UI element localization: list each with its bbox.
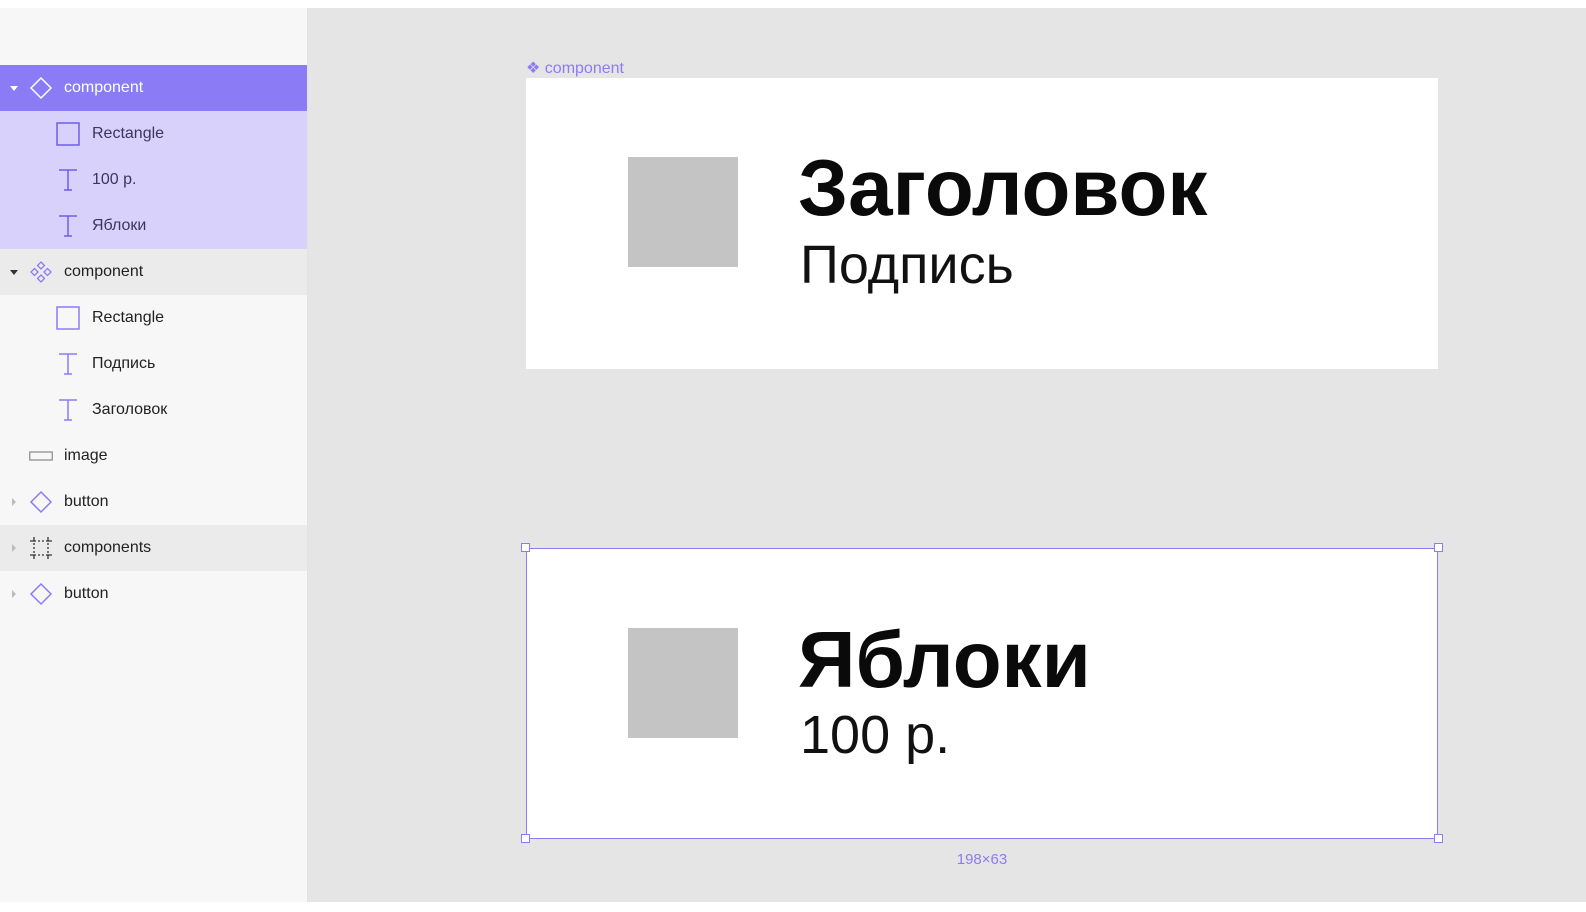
component-instance-icon bbox=[29, 490, 53, 514]
layer-text-heading[interactable]: Заголовок bbox=[0, 387, 307, 433]
master-component-card[interactable]: Заголовок Подпись bbox=[526, 78, 1438, 369]
layer-label: Подпись bbox=[92, 355, 156, 372]
card-price[interactable]: 100 р. bbox=[800, 708, 950, 762]
layer-label: image bbox=[64, 447, 108, 464]
card-heading[interactable]: Яблоки bbox=[798, 620, 1091, 700]
layer-rectangle[interactable]: Rectangle bbox=[0, 111, 307, 157]
resize-handle-bottom-right[interactable] bbox=[1434, 834, 1443, 843]
layer-label: Rectangle bbox=[92, 309, 165, 326]
text-icon bbox=[56, 214, 80, 238]
layer-text-title[interactable]: Яблоки bbox=[0, 203, 307, 249]
instance-card[interactable]: Яблоки 100 р. bbox=[526, 548, 1438, 839]
layer-image[interactable]: image bbox=[0, 433, 307, 479]
layers-panel: component Rectangle 100 р. Яблоки compon… bbox=[0, 8, 308, 902]
layer-component-instance[interactable]: component bbox=[0, 65, 307, 111]
rectangle-icon bbox=[56, 306, 80, 330]
card-subtitle[interactable]: Подпись bbox=[800, 238, 1014, 292]
layer-component-master[interactable]: component bbox=[0, 249, 307, 295]
resize-handle-top-left[interactable] bbox=[521, 543, 530, 552]
placeholder-rectangle[interactable] bbox=[628, 157, 738, 267]
component-instance-icon bbox=[29, 582, 53, 606]
caret-collapsed-icon[interactable] bbox=[8, 496, 20, 508]
caret-expanded-icon[interactable] bbox=[8, 82, 20, 94]
layer-rectangle[interactable]: Rectangle bbox=[0, 295, 307, 341]
caret-collapsed-icon[interactable] bbox=[8, 542, 20, 554]
frame-icon bbox=[29, 536, 53, 560]
layer-label: button bbox=[64, 493, 109, 510]
image-frame-icon bbox=[29, 444, 53, 468]
component-frame-label[interactable]: ❖ component bbox=[526, 58, 624, 78]
placeholder-rectangle[interactable] bbox=[628, 628, 738, 738]
layer-label: Заголовок bbox=[92, 401, 168, 418]
layer-label: components bbox=[64, 539, 152, 556]
layer-button[interactable]: button bbox=[0, 571, 307, 617]
caret-expanded-icon[interactable] bbox=[8, 266, 20, 278]
layer-label: Яблоки bbox=[92, 217, 147, 234]
layer-text-subtitle[interactable]: Подпись bbox=[0, 341, 307, 387]
text-icon bbox=[56, 398, 80, 422]
resize-handle-bottom-left[interactable] bbox=[521, 834, 530, 843]
rectangle-icon bbox=[56, 122, 80, 146]
layer-label: 100 р. bbox=[92, 171, 137, 188]
layer-components-frame[interactable]: components bbox=[0, 525, 307, 571]
text-icon bbox=[56, 168, 80, 192]
text-icon bbox=[56, 352, 80, 376]
layer-label: Rectangle bbox=[92, 125, 165, 142]
design-app: component Rectangle 100 р. Яблоки compon… bbox=[0, 8, 1586, 912]
design-canvas[interactable]: ❖ component Заголовок Подпись Яблоки 100… bbox=[308, 8, 1586, 902]
layer-label: component bbox=[64, 263, 144, 280]
layer-label: component bbox=[64, 79, 144, 96]
layer-button[interactable]: button bbox=[0, 479, 307, 525]
card-heading[interactable]: Заголовок bbox=[798, 148, 1207, 228]
layer-text-price[interactable]: 100 р. bbox=[0, 157, 307, 203]
caret-collapsed-icon[interactable] bbox=[8, 588, 20, 600]
resize-handle-top-right[interactable] bbox=[1434, 543, 1443, 552]
component-instance-icon bbox=[29, 76, 53, 100]
component-main-icon bbox=[29, 260, 53, 284]
layer-label: button bbox=[64, 585, 109, 602]
selection-dimensions: 198×63 bbox=[956, 851, 1008, 868]
